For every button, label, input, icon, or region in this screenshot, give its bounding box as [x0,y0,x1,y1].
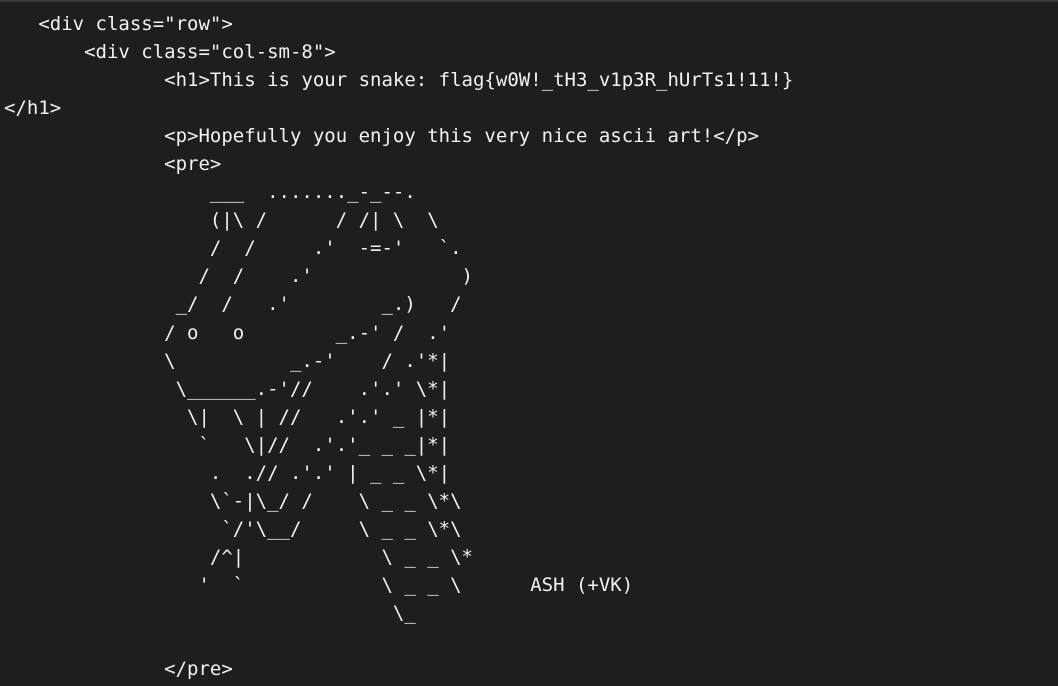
ascii-art-line: ___ ......._-_--. [4,181,416,204]
ascii-art-line: `/'\__/ \ _ _ \*\ [4,517,462,540]
ascii-art-line: \_ [4,601,416,624]
ascii-art-line: \`-|\_/ / \ _ _ \*\ [4,489,462,512]
source-code-view[interactable]: <div class="row"> <div class="col-sm-8">… [0,2,1058,683]
ascii-art-line: /^| \ _ _ \* [4,545,473,568]
ascii-art-line: _/ / .' _.) / [4,293,462,316]
ascii-art-signature-line: ' ` \ _ _ \ ASH (+VK) [4,573,634,596]
ascii-art-line: / o o _.-' / .' [4,321,451,344]
code-line-pre-open: <pre> [4,153,222,176]
ascii-art-line: . .// .'.' | _ _ \*| [4,461,451,484]
code-line-div-col: <div class="col-sm-8"> [4,41,336,64]
code-line-h1-close: </h1> [4,97,62,120]
ascii-art-line: / / .' -=-' `. [4,237,462,260]
code-line-paragraph: <p>Hopefully you enjoy this very nice as… [4,125,759,148]
terminal-window[interactable]: <div class="row"> <div class="col-sm-8">… [0,0,1058,686]
code-line-pre-close: </pre> [4,658,233,681]
ascii-art-line: \| \ | // .'.' _ |*| [4,405,451,428]
ascii-art-line: ` \|// .'.'_ _ _|*| [4,433,451,456]
ascii-art-line: \ _.-' / .'*| [4,349,451,372]
ascii-art-line: \______.-'// .'.' \*| [4,377,451,400]
code-line-div-row: <div class="row"> [4,13,233,35]
ascii-art-line: (|\ / / /| \ \ [4,209,439,232]
ascii-art-line: / / .' ) [4,265,473,288]
code-line-h1-flag: <h1>This is your snake: flag{w0W!_tH3_v1… [4,69,794,92]
